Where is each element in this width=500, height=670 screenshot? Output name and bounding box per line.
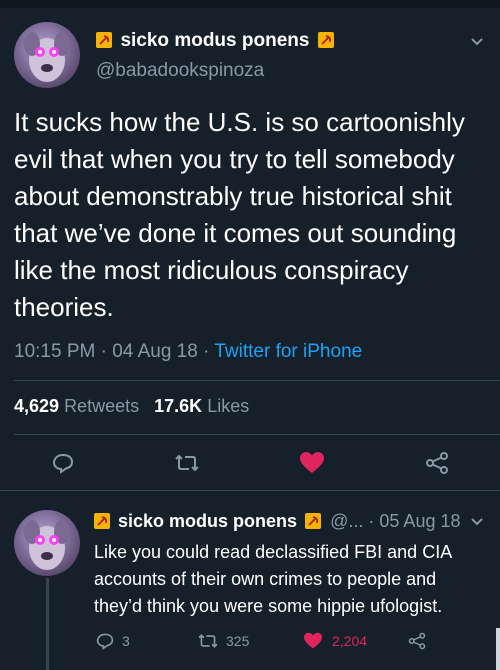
dog-avatar-icon (24, 520, 70, 570)
reply-icon[interactable] (94, 630, 116, 652)
hammer-sickle-icon (96, 32, 112, 48)
divider (0, 490, 500, 491)
tweet-source-link[interactable]: Twitter for iPhone (214, 341, 362, 362)
hammer-sickle-icon (305, 513, 322, 529)
retweets-label: Retweets (64, 396, 140, 416)
tweet-stats: 4,629 Retweets 17.6K Likes (14, 396, 249, 417)
hammer-sickle-icon (317, 32, 334, 48)
retweets-count: 4,629 (14, 396, 60, 416)
scrollbar[interactable] (496, 628, 500, 670)
likes-stat[interactable]: 17.6K Likes (154, 396, 249, 416)
like-count: 2,204 (332, 633, 368, 649)
avatar[interactable] (14, 510, 80, 576)
divider (14, 380, 500, 381)
chevron-down-icon[interactable] (470, 514, 484, 532)
reply-display-name[interactable]: sicko modus ponens (118, 511, 297, 531)
reply-count: 3 (122, 633, 130, 649)
likes-label: Likes (207, 396, 250, 416)
retweet-count: 325 (226, 633, 250, 649)
tweet-time: 10:15 PM (14, 341, 96, 362)
divider (14, 434, 500, 435)
chevron-down-icon[interactable] (470, 34, 484, 52)
reply-date[interactable]: 05 Aug 18 (379, 511, 460, 531)
heart-icon[interactable] (298, 450, 326, 476)
heart-icon[interactable] (302, 630, 324, 652)
top-bar (0, 0, 500, 8)
tweet-date: 04 Aug 18 (112, 341, 198, 362)
retweet-icon[interactable] (172, 450, 202, 476)
reply-text: Like you could read declassified FBI and… (94, 542, 452, 616)
reply-header-row: sicko modus ponens @... · 05 Aug 18 (94, 511, 461, 532)
display-name[interactable]: sicko modus ponens (120, 30, 309, 51)
avatar[interactable] (14, 22, 80, 88)
reply-icon[interactable] (50, 450, 76, 476)
tweet-meta: 10:15 PM · 04 Aug 18 · Twitter for iPhon… (14, 341, 363, 362)
hammer-sickle-icon (94, 513, 110, 529)
main-tweet-name-row: sicko modus ponens (96, 30, 334, 52)
share-icon[interactable] (406, 630, 428, 652)
dog-avatar-icon (24, 32, 70, 82)
share-icon[interactable] (424, 450, 450, 476)
tweet-text: It sucks how the U.S. is so cartoonishly… (14, 107, 465, 322)
reply-handle[interactable]: @... (330, 511, 363, 531)
retweets-stat[interactable]: 4,629 Retweets (14, 396, 144, 416)
thread-line (46, 578, 49, 670)
user-handle[interactable]: @babadookspinoza (96, 60, 264, 82)
likes-count: 17.6K (154, 396, 203, 416)
retweet-icon[interactable] (196, 630, 220, 652)
